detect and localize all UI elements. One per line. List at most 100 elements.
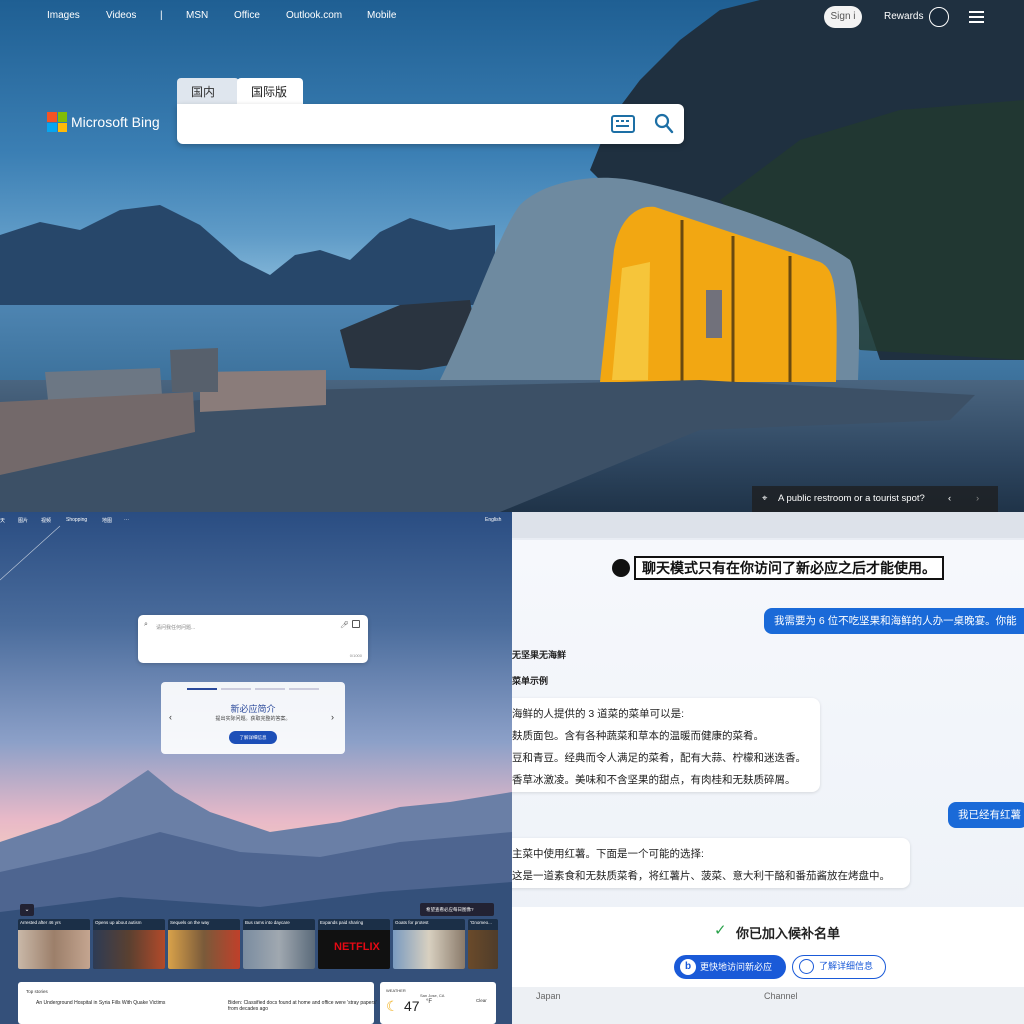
bl-nav-videos[interactable]: 视频 xyxy=(41,517,51,524)
news-title: Opens up about autism xyxy=(95,920,142,925)
weather-location: San Jose, CA xyxy=(420,993,445,998)
news-card[interactable]: Arrested after 46 yrs xyxy=(18,919,90,969)
news-title: 'Gnomeo... xyxy=(470,920,492,925)
chevron-left-icon[interactable]: ‹ xyxy=(948,486,951,512)
story-link[interactable]: An Underground Hospital in Syria Fills W… xyxy=(36,1000,186,1006)
search-input[interactable] xyxy=(177,104,684,144)
image-caption-bar[interactable]: ⌖ A public restroom or a tourist spot? ‹… xyxy=(752,486,998,512)
keyboard-icon[interactable] xyxy=(611,115,635,133)
top-nav: Images Videos | MSN Office Outlook.com M… xyxy=(0,10,1024,26)
netflix-logo: NETFLIX xyxy=(334,941,380,953)
news-card[interactable]: Expands paid sharing NETFLIX xyxy=(318,919,390,969)
news-card[interactable]: Goats for protest xyxy=(393,919,465,969)
microphone-icon[interactable]: 🎤︎ xyxy=(340,621,349,629)
nav-mobile-link[interactable]: Mobile xyxy=(367,10,396,21)
background-scene xyxy=(0,0,1024,512)
news-title: Expands paid sharing xyxy=(320,920,364,925)
intro-card: ‹ › 新必应简介 提出实际问题。获取完整的答案。 了解详细信息 xyxy=(161,682,345,754)
moon-icon: ☾ xyxy=(386,998,399,1014)
news-carousel: Arrested after 46 yrs Opens up about aut… xyxy=(18,919,498,969)
chat-bubble-icon xyxy=(612,559,630,577)
bl-search-icon: ⌕ xyxy=(144,621,148,628)
nav-office-link[interactable]: Office xyxy=(234,10,260,21)
news-title: Sequels on the way xyxy=(170,920,210,925)
learn-more-button[interactable]: 了解详细信息 xyxy=(229,731,277,744)
bl-nav-maps[interactable]: 地图 xyxy=(102,517,112,524)
bl-language-link[interactable]: English xyxy=(485,517,501,523)
bot-message-line: 主菜中使用红薯。下面是一个可能的选择: xyxy=(512,848,704,860)
tab-china[interactable]: 国内版 xyxy=(177,78,239,127)
bl-nav-more[interactable]: ··· xyxy=(124,517,129,523)
weather-label: WEATHER xyxy=(386,988,406,993)
news-image xyxy=(393,930,465,969)
news-card[interactable]: Opens up about autism xyxy=(93,919,165,969)
footer-link[interactable]: Channel xyxy=(764,991,798,1001)
new-bing-homepage-panel: 天 图片 视频 Shopping 地图 ··· English ⌕ 请问我任何问… xyxy=(0,512,512,1024)
bl-search-input[interactable]: ⌕ 请问我任何问题... 🎤︎ 0/1000 xyxy=(138,615,368,663)
weather-condition: Clear xyxy=(476,998,487,1003)
intro-card-subtitle: 提出实际问题。获取完整的答案。 xyxy=(215,716,291,722)
news-image xyxy=(18,930,90,969)
news-image xyxy=(168,930,240,969)
hamburger-menu-icon[interactable] xyxy=(969,11,984,23)
tab-international[interactable]: 国际版 xyxy=(237,78,303,106)
learn-more-button[interactable]: 了解详细信息 xyxy=(792,955,886,979)
bl-search-placeholder: 请问我任何问题... xyxy=(156,625,196,631)
info-icon xyxy=(799,959,814,974)
news-card[interactable]: 'Gnomeo... xyxy=(468,919,498,969)
bing-homepage-panel: Images Videos | MSN Office Outlook.com M… xyxy=(0,0,1024,512)
nav-divider: | xyxy=(160,10,163,21)
location-pin-icon: ⌖ xyxy=(762,493,768,504)
bl-nav-item[interactable]: 天 xyxy=(0,517,5,524)
rewards-medal-icon[interactable] xyxy=(929,7,949,27)
learn-more-label: 了解详细信息 xyxy=(819,961,874,971)
logo-text: Microsoft Bing xyxy=(71,114,160,130)
bing-logo[interactable]: Microsoft Bing xyxy=(47,112,160,132)
weather-temp: 47 xyxy=(404,998,420,1014)
footer-link[interactable]: Japan xyxy=(536,991,561,1001)
sign-in-button[interactable]: Sign i xyxy=(824,6,862,28)
bot-message-line: 麸质面包。含有各种蔬菜和草本的温暖而健康的菜肴。 xyxy=(512,730,764,742)
image-caption-text[interactable]: A public restroom or a tourist spot? xyxy=(778,486,925,512)
daily-image-link[interactable]: 希望查看必应每日图像? xyxy=(420,903,494,916)
chat-mode-panel: 聊天模式只有在你访问了新必应之后才能使用。 我需要为 6 位不吃坚果和海鲜的人办… xyxy=(512,512,1024,1024)
news-card[interactable]: Bus rams into daycare xyxy=(243,919,315,969)
collapse-feed-button[interactable]: ⌄ xyxy=(20,904,34,916)
nav-images-link[interactable]: Images xyxy=(47,10,80,21)
bot-heading: 菜单示例 xyxy=(512,676,549,686)
bot-message-line: 海鲜的人提供的 3 道菜的菜单可以是: xyxy=(512,708,685,720)
checkmark-icon: ✓ xyxy=(714,922,727,939)
chevron-right-icon[interactable]: › xyxy=(976,486,979,512)
faster-access-button[interactable]: b 更快地访问新必应 xyxy=(674,955,786,979)
waitlist-section: ✓ 你已加入候补名单 b 更快地访问新必应 了解详细信息 xyxy=(512,907,1024,997)
user-message: 我已经有红薯 xyxy=(948,802,1024,828)
nav-outlook-link[interactable]: Outlook.com xyxy=(286,10,342,21)
user-message: 我需要为 6 位不吃坚果和海鲜的人办一桌晚宴。你能 xyxy=(764,608,1024,634)
news-image xyxy=(243,930,315,969)
search-icon[interactable] xyxy=(654,113,674,135)
chat-notice-title: 聊天模式只有在你访问了新必应之后才能使用。 xyxy=(634,556,944,580)
nav-msn-link[interactable]: MSN xyxy=(186,10,208,21)
news-image xyxy=(468,930,498,969)
bl-nav-shopping[interactable]: Shopping xyxy=(66,517,87,523)
bot-message-line: 这是一道素食和无麸质菜肴，将红薯片、菠菜、意大利干酪和番茄酱放在烤盘中。 xyxy=(512,870,890,882)
nav-videos-link[interactable]: Videos xyxy=(106,10,136,21)
news-image xyxy=(93,930,165,969)
bl-char-count: 0/1000 xyxy=(349,653,362,658)
weather-card[interactable]: WEATHER San Jose, CA ☾ 47 °F Clear xyxy=(380,982,496,1024)
news-card[interactable]: Sequels on the way xyxy=(168,919,240,969)
weather-unit: °F xyxy=(426,999,433,1005)
browser-bar xyxy=(512,512,1024,538)
microsoft-logo-icon xyxy=(47,112,67,132)
bot-message-line: 豆和青豆。经典而令人满足的菜肴，配有大蒜、柠檬和迷迭香。 xyxy=(512,752,806,764)
bing-logo-icon: b xyxy=(680,959,696,975)
bot-message-line: 香草冰激凌。美味和不含坚果的甜点，有肉桂和无麸质碎屑。 xyxy=(512,774,796,786)
story-link[interactable]: Biden: Classified docs found at home and… xyxy=(228,1000,378,1012)
visual-search-icon[interactable] xyxy=(352,620,360,628)
waitlist-message: 你已加入候补名单 xyxy=(736,926,841,941)
top-stories-card: Top stories An Underground Hospital in S… xyxy=(18,982,377,1024)
bl-nav-images[interactable]: 图片 xyxy=(18,517,28,524)
faster-access-label: 更快地访问新必应 xyxy=(700,962,773,972)
news-title: Goats for protest xyxy=(395,920,429,925)
rewards-link[interactable]: Rewards xyxy=(884,11,923,22)
